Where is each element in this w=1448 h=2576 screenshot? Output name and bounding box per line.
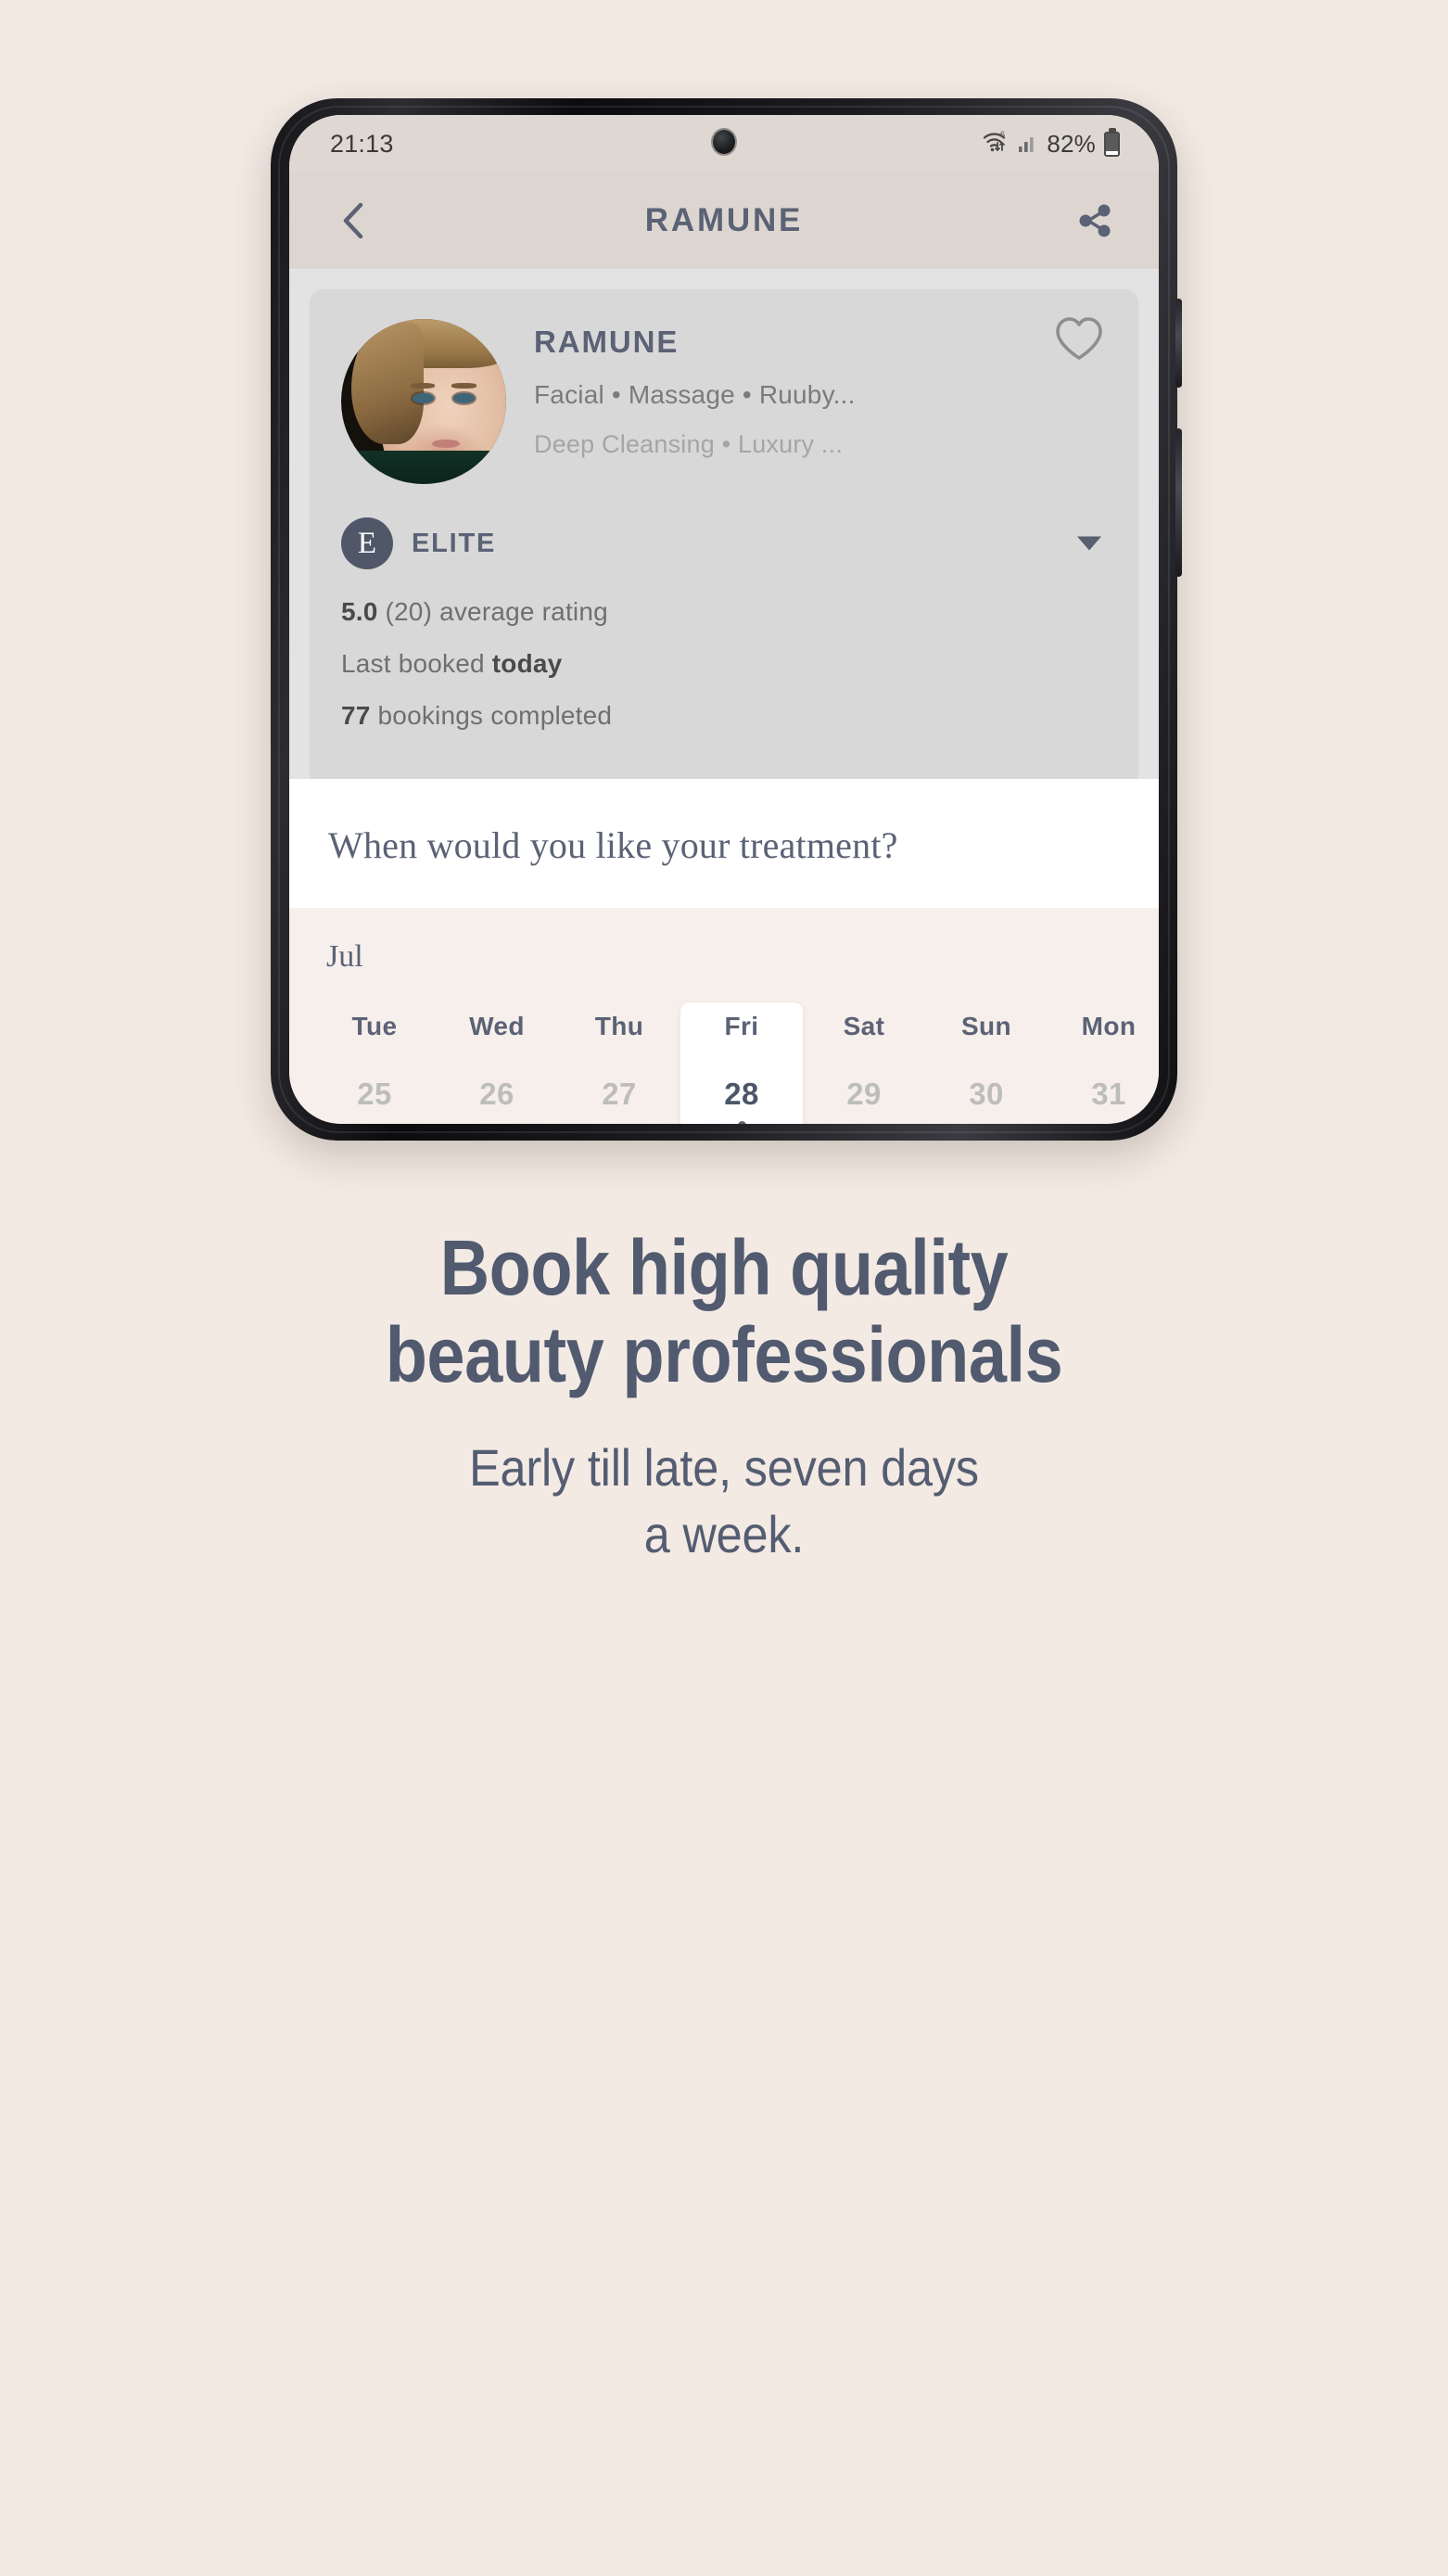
marketing-subtitle-line2: a week. <box>643 1505 805 1564</box>
bookings-value: 77 <box>341 701 371 730</box>
day-cell[interactable]: Sat 29 <box>803 1002 925 1124</box>
profile-card: RAMUNE Facial • Massage • Ruuby... Deep … <box>310 289 1138 779</box>
profile-subservices: Deep Cleansing • Luxury ... <box>534 430 844 458</box>
day-cell[interactable]: Thu 27 <box>558 1002 680 1124</box>
day-number: 26 <box>479 1077 514 1111</box>
marketing-headline-line2: beauty professionals <box>385 1311 1063 1399</box>
cellular-signal-icon <box>1018 131 1038 158</box>
last-booked-value: today <box>491 649 563 678</box>
profile-services: Facial • Massage • Ruuby... <box>534 380 856 409</box>
phone-screen: 21:13 6 82% RAMUNE RAMUNE Facial • Massa… <box>289 115 1159 1124</box>
device-side-button-power[interactable] <box>1175 428 1182 577</box>
bookings-stat: 77 bookings completed <box>341 701 1107 731</box>
date-picker[interactable]: Jul Tue 25 Wed 26 Thu 27 Fri 28 Sat 29 S… <box>289 908 1159 1124</box>
bookings-rest: bookings completed <box>377 701 613 730</box>
day-of-week: Sun <box>960 1012 1012 1040</box>
caret-down-icon[interactable] <box>1077 536 1101 551</box>
profile-header-row: RAMUNE Facial • Massage • Ruuby... Deep … <box>341 317 1107 484</box>
status-bar: 21:13 6 82% <box>289 115 1159 172</box>
share-icon <box>1079 204 1111 237</box>
front-camera <box>713 130 735 154</box>
svg-text:6: 6 <box>1000 130 1005 139</box>
device-side-button-volume[interactable] <box>1175 299 1182 388</box>
day-of-week: Tue <box>351 1012 398 1040</box>
day-cell-selected[interactable]: Fri 28 <box>680 1002 803 1124</box>
marketing-headline-line1: Book high quality <box>439 1224 1009 1311</box>
day-of-week: Wed <box>469 1012 525 1040</box>
day-of-week: Sat <box>843 1012 885 1040</box>
battery-icon <box>1104 131 1120 157</box>
phone-device: 21:13 6 82% RAMUNE RAMUNE Facial • Massa… <box>271 98 1182 1141</box>
status-time: 21:13 <box>330 129 394 158</box>
day-cell[interactable]: Tue 25 <box>313 1002 436 1124</box>
last-booked-stat: Last booked today <box>341 649 1107 679</box>
back-button[interactable] <box>324 192 382 249</box>
app-header: RAMUNE <box>289 172 1159 269</box>
promo-page: 21:13 6 82% RAMUNE RAMUNE Facial • Massa… <box>0 0 1448 2576</box>
booking-question: When would you like your treatment? <box>328 824 898 866</box>
favorite-button[interactable] <box>1053 315 1105 367</box>
day-of-week: Thu <box>594 1012 644 1040</box>
profile-meta: RAMUNE Facial • Massage • Ruuby... Deep … <box>534 317 1107 484</box>
wifi-6-icon: 6 <box>982 129 1010 159</box>
heart-outline-icon <box>1056 317 1102 360</box>
rating-stat: 5.0 (20) average rating <box>341 597 1107 627</box>
days-row[interactable]: Tue 25 Wed 26 Thu 27 Fri 28 Sat 29 Sun 3… <box>289 1002 1159 1124</box>
marketing-copy: Book high quality beauty professionals E… <box>0 1224 1448 1565</box>
share-button[interactable] <box>1066 192 1124 249</box>
day-number: 28 <box>724 1077 759 1111</box>
avatar <box>341 319 506 484</box>
day-number: 29 <box>846 1077 882 1111</box>
rating-value: 5.0 <box>341 597 378 626</box>
tier-label: ELITE <box>412 528 497 558</box>
question-zone: When would you like your treatment? <box>289 779 1159 908</box>
day-cell[interactable]: Mon 31 <box>1048 1002 1159 1124</box>
month-label: Jul <box>326 939 363 974</box>
day-number: 27 <box>602 1077 637 1111</box>
profile-stats: 5.0 (20) average rating Last booked toda… <box>341 597 1107 731</box>
tier-row[interactable]: E ELITE <box>341 517 1107 569</box>
profile-name: RAMUNE <box>534 325 680 359</box>
chevron-left-icon <box>343 202 363 239</box>
marketing-subtitle-line1: Early till late, seven days <box>469 1438 979 1498</box>
day-number: 31 <box>1091 1077 1126 1111</box>
battery-percent: 82% <box>1047 129 1096 158</box>
profile-zone: RAMUNE Facial • Massage • Ruuby... Deep … <box>289 269 1159 779</box>
rating-rest: (20) average rating <box>385 597 608 626</box>
availability-dot <box>737 1121 746 1124</box>
day-cell[interactable]: Sun 30 <box>925 1002 1048 1124</box>
elite-badge-icon: E <box>341 517 393 569</box>
day-number: 25 <box>357 1077 392 1111</box>
day-cell[interactable]: Wed 26 <box>436 1002 558 1124</box>
day-of-week: Fri <box>724 1012 759 1040</box>
page-title: RAMUNE <box>644 202 804 238</box>
day-number: 30 <box>969 1077 1004 1111</box>
status-indicators: 6 82% <box>982 129 1120 159</box>
screen-body: RAMUNE Facial • Massage • Ruuby... Deep … <box>289 269 1159 1124</box>
last-booked-prefix: Last booked <box>341 649 485 678</box>
day-of-week: Mon <box>1081 1012 1137 1040</box>
